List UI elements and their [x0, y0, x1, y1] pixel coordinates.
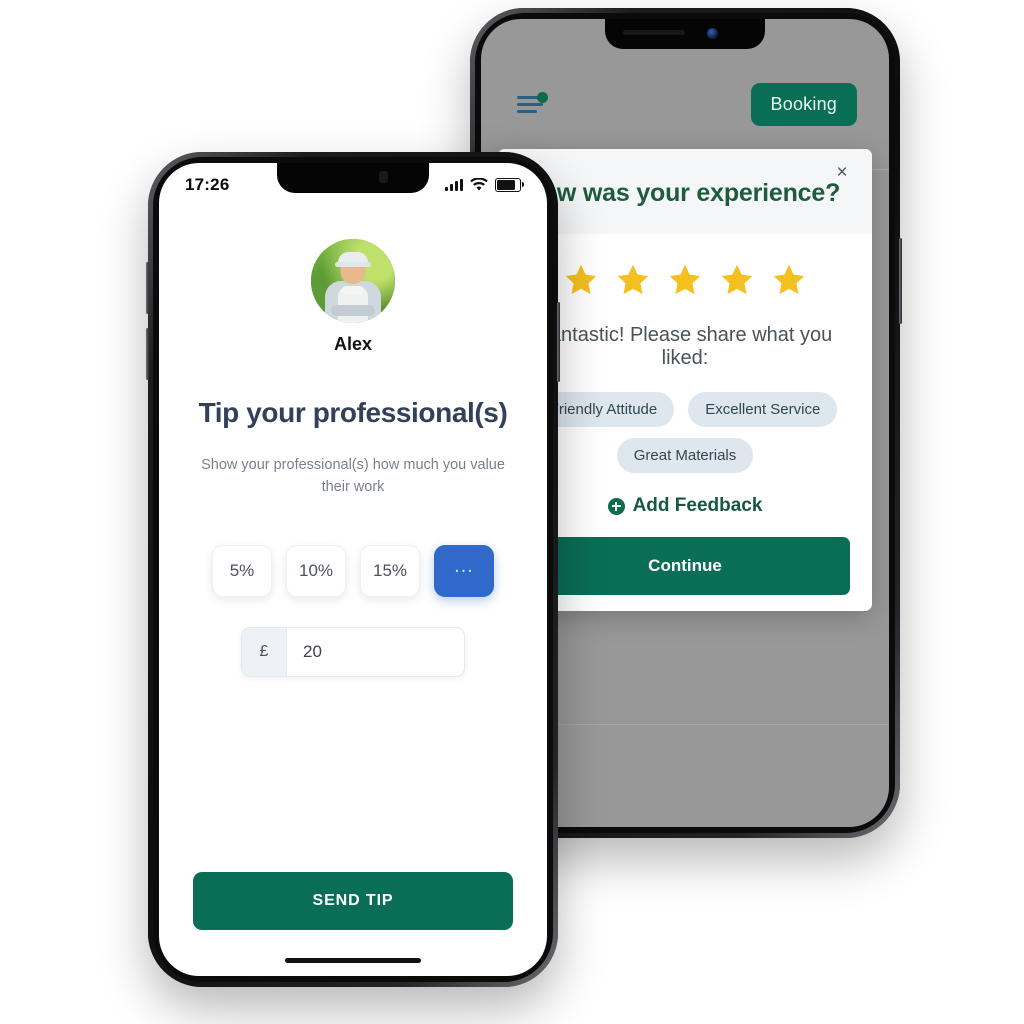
modal-title: How was your experience? — [524, 179, 841, 207]
status-bar-indicators — [445, 178, 524, 192]
share-prompt: Fantastic! Please share what you liked: — [537, 324, 833, 369]
home-indicator — [285, 958, 421, 963]
professional-avatar — [311, 239, 395, 323]
tip-amount-input[interactable]: 20 — [287, 628, 464, 676]
tip-option-5[interactable]: 5% — [212, 544, 272, 597]
plus-circle-icon — [607, 497, 625, 515]
page-subtitle: Show your professional(s) how much you v… — [201, 457, 505, 495]
tip-option-group: 5% 10% 15% ... — [193, 544, 513, 597]
professional-name: Alex — [333, 334, 373, 354]
avatar-arms — [331, 305, 375, 316]
volume-down-button[interactable] — [146, 328, 149, 380]
back-phone-notch — [605, 19, 765, 49]
currency-symbol: £ — [242, 627, 287, 676]
earpiece-speaker-icon — [623, 30, 685, 35]
notification-dot-icon — [537, 92, 548, 103]
booking-button[interactable]: Booking — [750, 83, 857, 126]
tip-amount-field[interactable]: £ 20 — [241, 626, 465, 677]
tip-screen: Alex Tip your professional(s) Show your … — [159, 207, 547, 976]
professional-block: Alex — [193, 239, 513, 355]
star-icon[interactable] — [719, 262, 755, 298]
power-button[interactable] — [557, 302, 560, 382]
hamburger-menu-icon[interactable] — [517, 92, 548, 115]
status-bar: 17:26 — [159, 163, 547, 207]
star-icon[interactable] — [667, 262, 703, 298]
back-phone-topbar: Booking — [481, 77, 889, 137]
tip-option-10[interactable]: 10% — [286, 544, 346, 597]
star-rating[interactable] — [520, 262, 850, 298]
page-title: Tip your professional(s) — [198, 397, 508, 428]
front-phone-screen: 17:26 Alex Tip your professional(s) Show… — [159, 163, 547, 976]
tip-option-more[interactable]: ... — [434, 544, 494, 597]
status-bar-time: 17:26 — [185, 175, 230, 194]
hamburger-line — [517, 96, 539, 99]
star-icon[interactable] — [771, 262, 807, 298]
battery-icon — [495, 178, 524, 192]
avatar-apron-strap — [342, 286, 364, 295]
front-camera-icon — [707, 28, 718, 39]
close-icon[interactable]: × — [830, 161, 854, 185]
avatar-cap — [335, 251, 371, 267]
star-icon[interactable] — [563, 262, 599, 298]
tip-option-15[interactable]: 15% — [360, 544, 420, 597]
star-icon[interactable] — [615, 262, 651, 298]
cellular-signal-icon — [445, 179, 463, 191]
wifi-icon — [470, 178, 488, 191]
feedback-chip[interactable]: Great Materials — [616, 438, 754, 473]
power-button[interactable] — [899, 238, 902, 324]
hamburger-line — [517, 110, 537, 113]
mockup-stage: Booking How was your experience? × Fanta… — [0, 0, 1024, 1024]
volume-up-button[interactable] — [146, 262, 149, 314]
continue-button[interactable]: Continue — [520, 537, 850, 595]
feedback-chip-group: Friendly Attitude Excellent Service Grea… — [520, 392, 850, 473]
send-tip-button[interactable]: SEND TIP — [193, 872, 513, 930]
add-feedback-label: Add Feedback — [632, 495, 763, 516]
feedback-chip[interactable]: Excellent Service — [688, 392, 838, 427]
front-phone-device: 17:26 Alex Tip your professional(s) Show… — [146, 152, 560, 987]
add-feedback-button[interactable]: Add Feedback — [520, 495, 850, 517]
hamburger-line — [517, 103, 543, 106]
